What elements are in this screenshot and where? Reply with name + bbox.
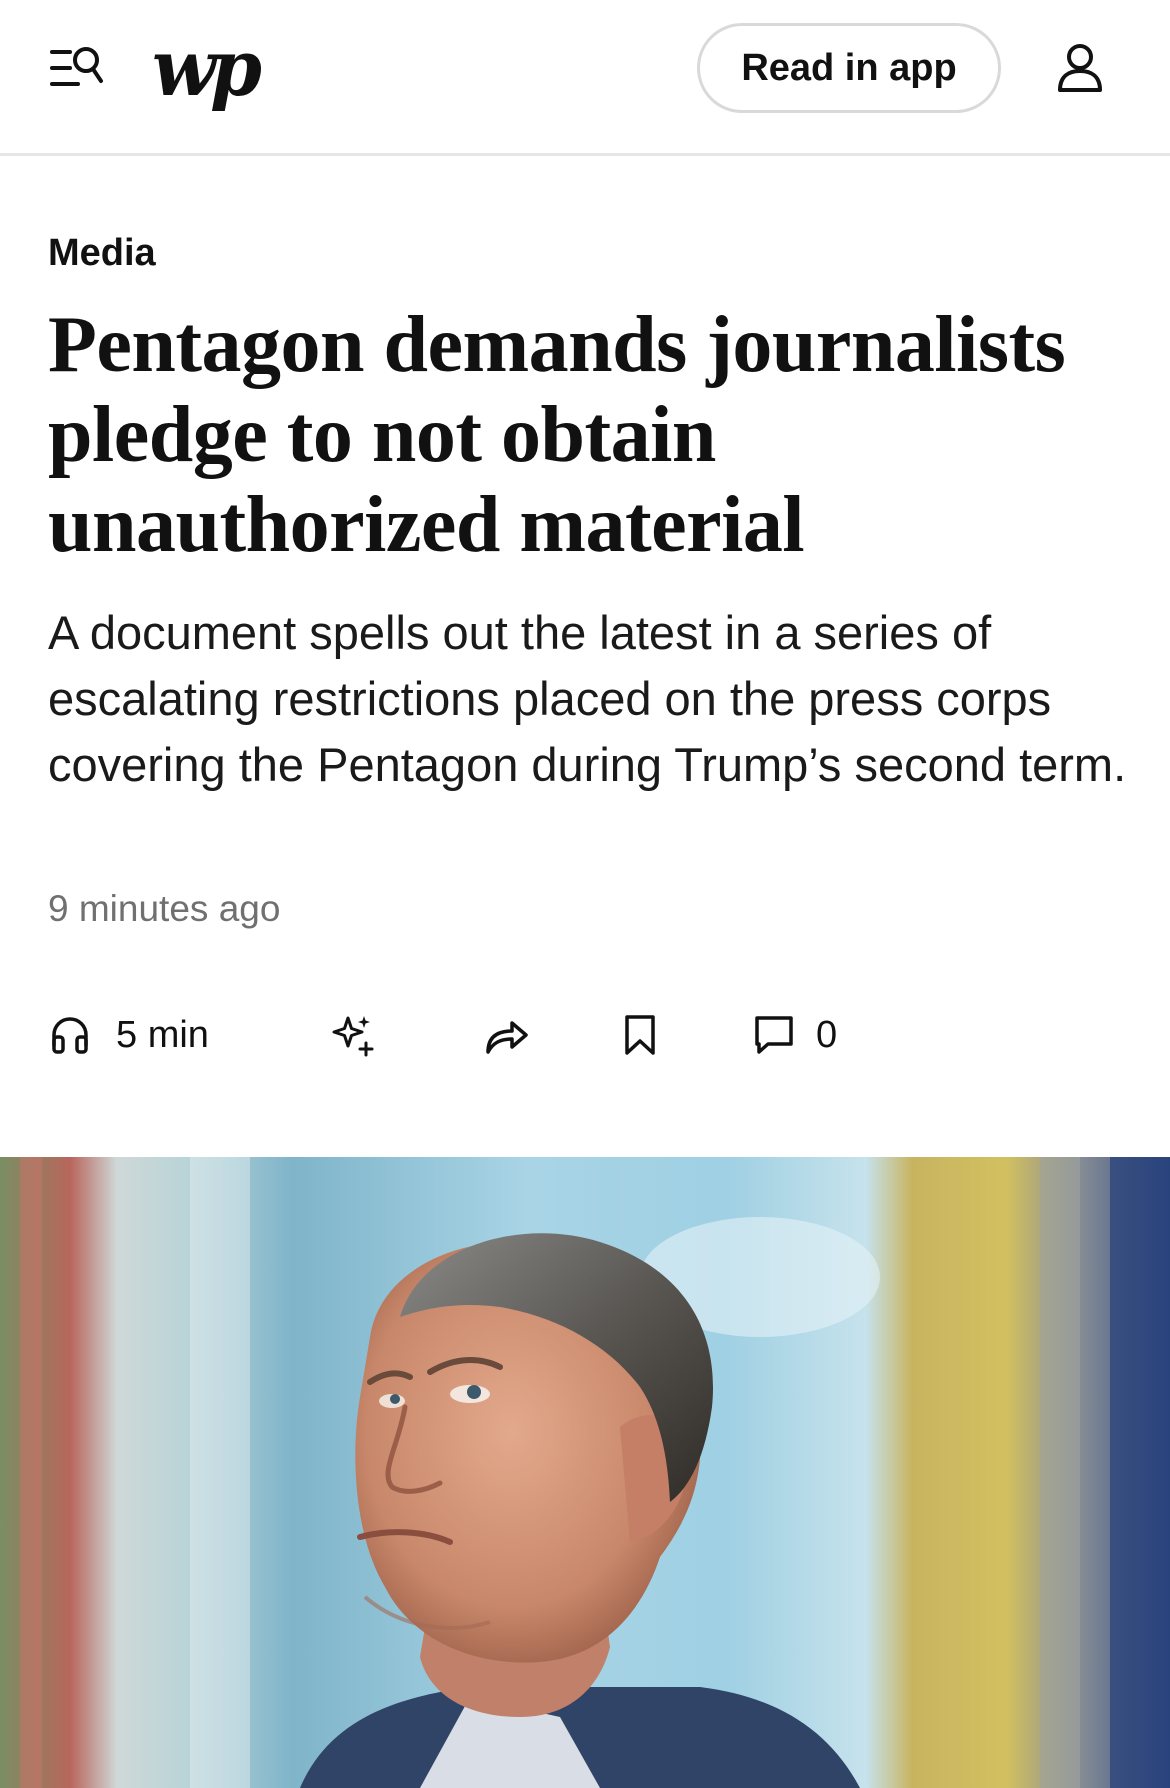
article-headline: Pentagon demands journalists pledge to n…: [48, 301, 1066, 569]
sparkle-icon: [330, 1012, 376, 1058]
comments-button[interactable]: 0: [754, 1005, 837, 1065]
section-label[interactable]: Media: [48, 232, 156, 275]
article-dek: A document spells out the latest in a se…: [48, 606, 1127, 791]
save-button[interactable]: [622, 1005, 658, 1065]
hero-image: [0, 1157, 1170, 1788]
share-button[interactable]: [484, 1005, 530, 1065]
headphones-icon: [50, 1015, 90, 1055]
article-action-bar: 5 min 0: [0, 1005, 1170, 1065]
bookmark-icon: [622, 1014, 658, 1056]
comment-icon: [754, 1015, 794, 1055]
user-icon[interactable]: [1055, 42, 1105, 94]
listen-button[interactable]: 5 min: [50, 1005, 209, 1065]
share-icon: [484, 1014, 530, 1056]
washington-post-logo[interactable]: wp: [152, 24, 262, 114]
listen-duration: 5 min: [116, 1013, 209, 1056]
menu-search-icon[interactable]: [50, 44, 106, 92]
top-navigation-bar: wp Read in app: [0, 0, 1170, 156]
read-in-app-button[interactable]: Read in app: [697, 23, 1001, 113]
ai-summary-button[interactable]: [330, 1005, 376, 1065]
article-timestamp: 9 minutes ago: [48, 888, 281, 929]
comments-count: 0: [816, 1013, 838, 1056]
photo-of-man-looking-up: [0, 1157, 1170, 1788]
